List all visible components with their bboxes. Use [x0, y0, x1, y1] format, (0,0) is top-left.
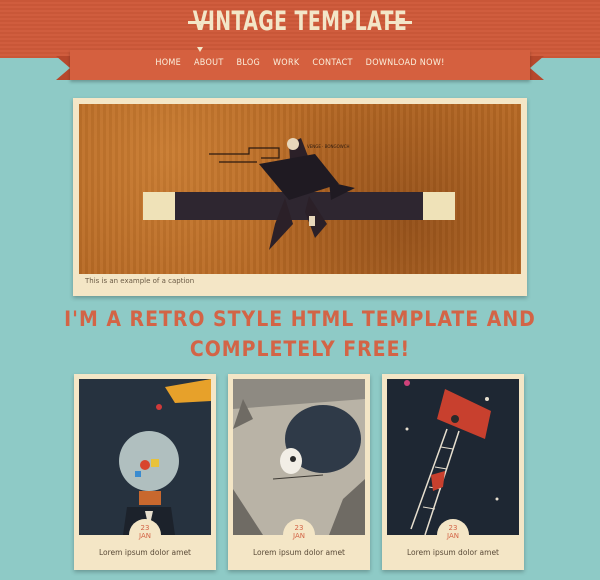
headline-line-2: COMPLETELY FREE!: [189, 337, 411, 361]
card-1-text[interactable]: Lorem ipsum dolor amet: [74, 548, 216, 557]
card-1-month: JAN: [139, 532, 151, 540]
card-3-month: JAN: [447, 532, 459, 540]
nav-item-download[interactable]: DOWNLOAD NOW!: [366, 58, 445, 68]
card-2-day: 23: [294, 524, 304, 532]
nav-item-work[interactable]: WORK: [273, 58, 300, 68]
card-2-month: JAN: [293, 532, 305, 540]
card-2-image: [233, 379, 365, 535]
card-3-text[interactable]: Lorem ipsum dolor amet: [382, 548, 524, 557]
card-1-date-badge: 23 JAN: [129, 519, 161, 551]
card-3-date-badge: 23 JAN: [437, 519, 469, 551]
nav-item-about[interactable]: ABOUT: [194, 58, 224, 68]
card-2-date-badge: 23 JAN: [283, 519, 315, 551]
post-card-2[interactable]: 23 JAN Lorem ipsum dolor amet: [228, 374, 370, 570]
nav-bar: HOME ABOUT BLOG WORK CONTACT DOWNLOAD NO…: [70, 47, 530, 80]
page-headline: I'M A RETRO STYLE HTML TEMPLATE AND COMP…: [0, 304, 600, 364]
post-card-1[interactable]: 23 JAN Lorem ipsum dolor amet: [74, 374, 216, 570]
headline-line-1: I'M A RETRO STYLE HTML TEMPLATE AND: [64, 307, 536, 331]
nav-item-home[interactable]: HOME: [155, 58, 181, 68]
card-1-image: [79, 379, 211, 535]
site-logo[interactable]: VINTAGE TEMPLATE: [66, 6, 534, 37]
active-indicator-icon: [197, 47, 203, 52]
nav-ribbon: HOME ABOUT BLOG WORK CONTACT DOWNLOAD NO…: [0, 47, 600, 84]
card-3-day: 23: [448, 524, 458, 532]
nav-item-contact[interactable]: CONTACT: [312, 58, 352, 68]
nav-item-blog[interactable]: BLOG: [237, 58, 261, 68]
hero-caption: This is an example of a caption: [85, 277, 195, 285]
main-nav: HOME ABOUT BLOG WORK CONTACT DOWNLOAD NO…: [70, 58, 530, 68]
hero-frame: VENGE · BONGOWCH This is an example of a…: [73, 98, 527, 296]
hero-illustration: VENGE · BONGOWCH: [79, 104, 521, 274]
card-3-image: [387, 379, 519, 535]
svg-text:VENGE · BONGOWCH: VENGE · BONGOWCH: [307, 144, 350, 149]
card-1-day: 23: [140, 524, 150, 532]
post-card-3[interactable]: 23 JAN Lorem ipsum dolor amet: [382, 374, 524, 570]
card-2-text[interactable]: Lorem ipsum dolor amet: [228, 548, 370, 557]
